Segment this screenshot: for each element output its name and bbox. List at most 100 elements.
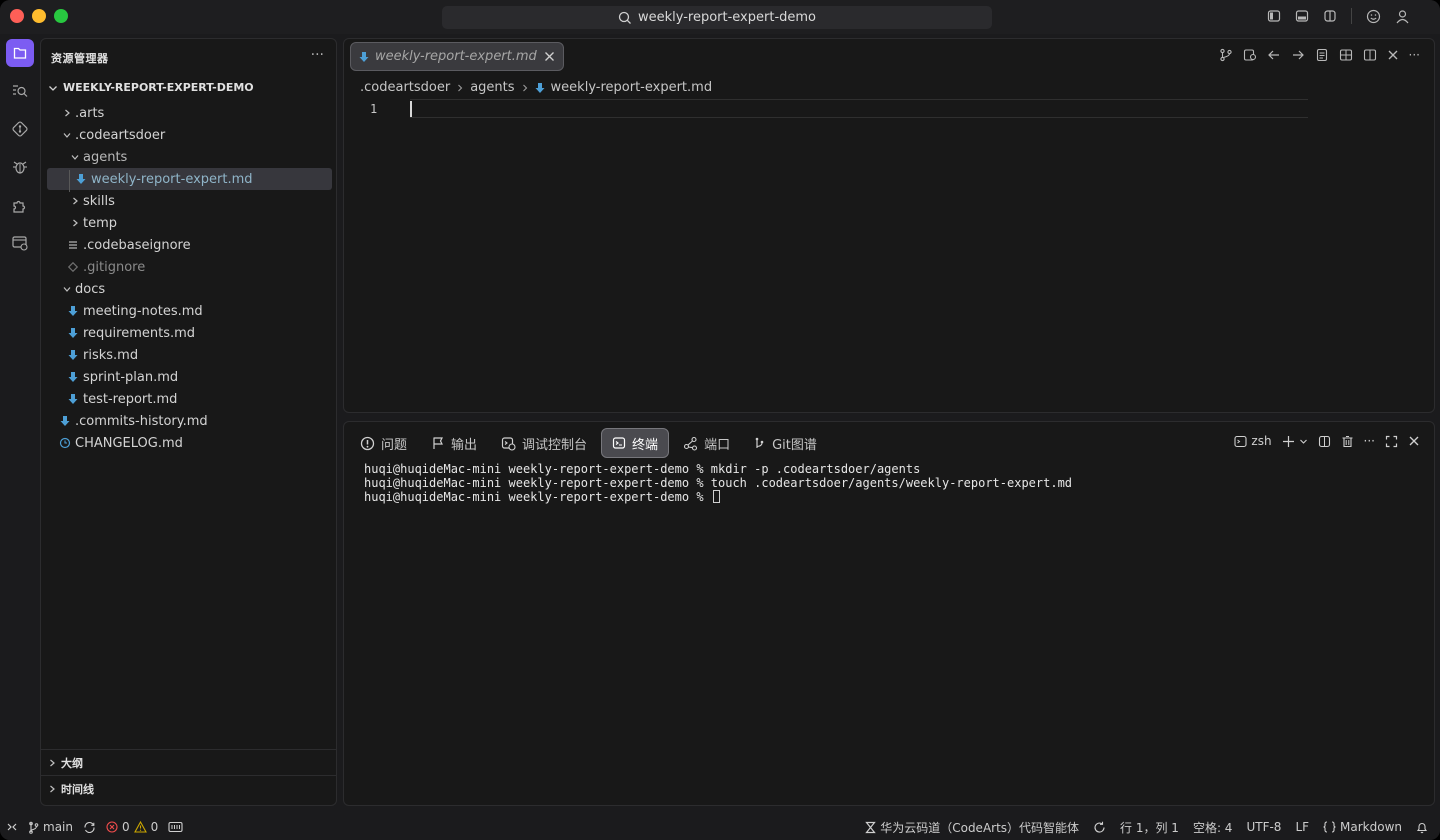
toggle-panel-icon[interactable] (1295, 9, 1309, 23)
tree-file-requirements[interactable]: requirements.md (47, 322, 332, 344)
maximize-window-button[interactable] (54, 9, 68, 23)
chevron-right-icon (67, 196, 83, 206)
more-actions-icon[interactable]: ··· (1364, 434, 1375, 448)
new-terminal-button[interactable] (1282, 435, 1308, 448)
status-bar-right: 华为云码道（CodeArts）代码智能体 行 1，列 1 空格: 4 UTF-8… (865, 814, 1428, 840)
tree-folder-skills[interactable]: skills (47, 190, 332, 212)
document-icon[interactable] (1315, 48, 1329, 62)
breadcrumb-item[interactable]: agents (470, 80, 514, 95)
status-bar-left: main 0 0 (6, 814, 183, 840)
tab-debug-console[interactable]: 调试控制台 (491, 428, 597, 458)
cursor-position[interactable]: 行 1，列 1 (1120, 819, 1179, 836)
assistant-label: 华为云码道（CodeArts）代码智能体 (880, 820, 1080, 835)
tree-item-label: agents (83, 149, 128, 165)
encoding[interactable]: UTF-8 (1246, 820, 1281, 834)
smiley-icon[interactable] (1366, 9, 1381, 24)
arrow-right-icon[interactable] (1291, 48, 1305, 62)
search-activity[interactable] (6, 77, 34, 105)
customize-layout-icon[interactable] (1323, 9, 1337, 23)
minimize-window-button[interactable] (32, 9, 46, 23)
tree-folder-docs[interactable]: docs (47, 278, 332, 300)
tab-label: 输出 (451, 437, 478, 453)
indentation[interactable]: 空格: 4 (1193, 819, 1233, 836)
editor-tab-weekly-report-expert[interactable]: weekly-report-expert.md (350, 42, 564, 71)
tree-file-codebaseignore[interactable]: .codebaseignore (47, 234, 332, 256)
tab-output[interactable]: 输出 (421, 428, 487, 458)
toggle-sidebar-icon[interactable] (1267, 9, 1281, 23)
git-compare-icon[interactable] (1219, 48, 1233, 62)
breadcrumb-item[interactable]: weekly-report-expert.md (551, 80, 713, 95)
tree-file-meeting-notes[interactable]: meeting-notes.md (47, 300, 332, 322)
bell-icon[interactable] (1416, 821, 1428, 834)
git-branch-icon (754, 436, 766, 450)
split-terminal-icon[interactable] (1318, 435, 1331, 448)
current-line-highlight[interactable] (410, 99, 1308, 118)
ports-forward-icon[interactable] (168, 821, 183, 833)
tree-file-weekly-report-expert[interactable]: weekly-report-expert.md (47, 168, 332, 190)
chevron-down-icon (67, 152, 83, 162)
explorer-activity[interactable] (6, 39, 34, 67)
tree-file-test-report[interactable]: test-report.md (47, 388, 332, 410)
source-control-activity[interactable] (6, 115, 34, 143)
text-caret (410, 101, 412, 117)
branch-indicator[interactable]: main (28, 820, 73, 834)
remote-explorer-activity[interactable] (6, 229, 34, 257)
tree-folder-agents[interactable]: agents (47, 146, 332, 168)
timeline-section[interactable]: 时间线 (41, 775, 336, 801)
tab-terminal[interactable]: 终端 (601, 428, 670, 458)
error-count: 0 (121, 820, 130, 834)
arrow-left-icon[interactable] (1267, 48, 1281, 62)
tree-folder-codeartsdoer[interactable]: .codeartsdoer (47, 124, 332, 146)
lines-icon (65, 240, 81, 250)
tab-git-graph[interactable]: Git图谱 (744, 428, 827, 458)
search-code-icon (11, 82, 29, 100)
outline-section[interactable]: 大纲 (41, 749, 336, 775)
language-label: Markdown (1340, 820, 1402, 834)
open-preview-icon[interactable] (1243, 48, 1257, 62)
tree-file-sprint-plan[interactable]: sprint-plan.md (47, 366, 332, 388)
extensions-activity[interactable] (6, 191, 34, 219)
terminal-output[interactable]: huqi@huqideMac-mini weekly-report-expert… (364, 462, 1072, 504)
end-of-line[interactable]: LF (1295, 820, 1309, 834)
tree-file-commits-history[interactable]: .commits-history.md (47, 410, 332, 432)
indent-guide (69, 170, 70, 192)
debug-activity[interactable] (6, 153, 34, 181)
bottom-panel: 问题 输出 调试控制台 终端 端口 Git图谱 zsh ··· huqi@huq… (343, 421, 1435, 806)
sync-icon[interactable] (83, 821, 96, 834)
language-mode[interactable]: Markdown (1323, 820, 1402, 834)
tree-item-label: .gitignore (83, 259, 146, 275)
project-header[interactable]: WEEKLY-REPORT-EXPERT-DEMO (47, 81, 254, 94)
tree-folder-arts[interactable]: .arts (47, 102, 332, 124)
trash-icon[interactable] (1341, 435, 1354, 448)
maximize-panel-icon[interactable] (1385, 435, 1398, 448)
tree-folder-temp[interactable]: temp (47, 212, 332, 234)
tree-file-gitignore[interactable]: .gitignore (47, 256, 332, 278)
command-center[interactable]: weekly-report-expert-demo (442, 6, 992, 29)
close-icon[interactable] (544, 51, 555, 62)
refresh-icon[interactable] (1093, 821, 1106, 834)
editor-group: weekly-report-expert.md ··· .codeartsdoe… (343, 38, 1435, 413)
tree-item-label: requirements.md (83, 325, 196, 341)
problems-indicator[interactable]: 0 0 (106, 820, 158, 834)
split-editor-icon[interactable] (1363, 48, 1377, 62)
tab-ports[interactable]: 端口 (673, 428, 740, 458)
account-icon[interactable] (1395, 9, 1410, 24)
title-bar-divider (1351, 8, 1352, 24)
assistant-status[interactable]: 华为云码道（CodeArts）代码智能体 (865, 819, 1079, 836)
terminal-shell-selector[interactable]: zsh (1234, 434, 1272, 448)
remote-indicator-icon[interactable] (6, 821, 18, 833)
tab-label: weekly-report-expert.md (375, 49, 537, 64)
more-actions-icon[interactable]: ··· (311, 47, 324, 63)
tree-file-changelog[interactable]: CHANGELOG.md (47, 432, 332, 454)
more-actions-icon[interactable]: ··· (1409, 48, 1420, 62)
close-panel-icon[interactable] (1408, 435, 1420, 447)
branch-name: main (43, 820, 73, 834)
layout-grid-icon[interactable] (1339, 48, 1353, 62)
close-icon[interactable] (1387, 49, 1399, 61)
tab-problems[interactable]: 问题 (350, 428, 417, 458)
tree-file-risks[interactable]: risks.md (47, 344, 332, 366)
breadcrumb-item[interactable]: .codeartsdoer (360, 80, 450, 95)
panel-actions: zsh ··· (1234, 434, 1420, 448)
tree-item-label: skills (83, 193, 115, 209)
close-window-button[interactable] (10, 9, 24, 23)
